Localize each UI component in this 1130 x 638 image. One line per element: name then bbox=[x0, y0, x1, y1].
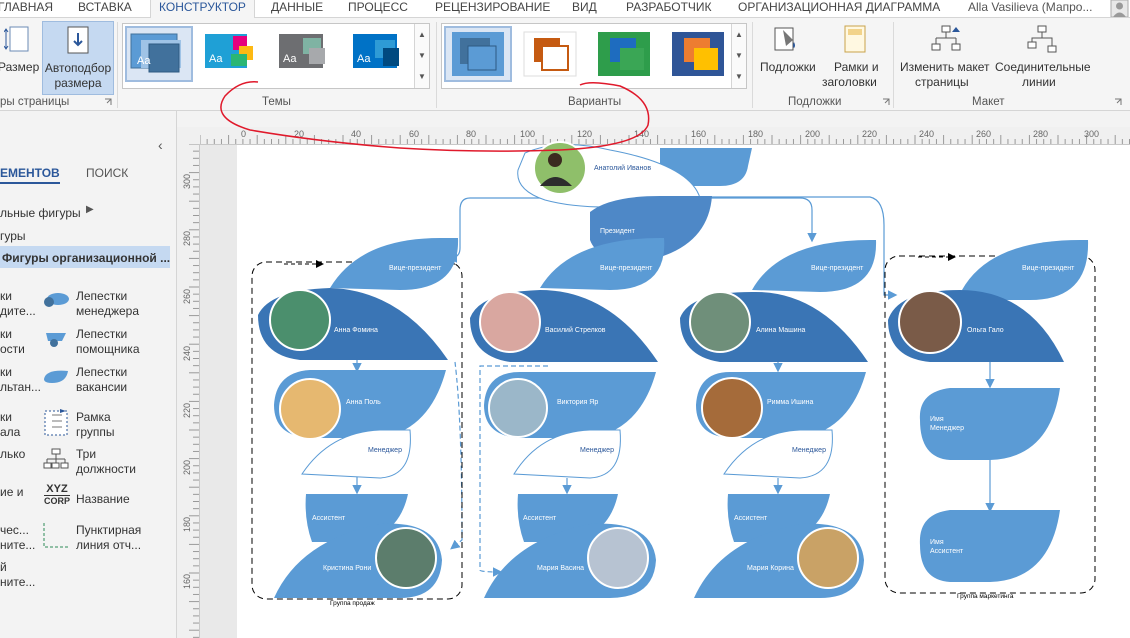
name-maria-vasina: Мария Васина bbox=[537, 565, 584, 572]
vp-title-4: Вице-президент bbox=[1022, 265, 1075, 272]
group-label-marketing: Группа маркетинга bbox=[957, 593, 1014, 600]
photo-maria-korina bbox=[797, 527, 859, 589]
vacancy-name-1: Имя bbox=[930, 416, 944, 423]
name-olga: Ольга Гало bbox=[967, 327, 1004, 334]
photo-alina bbox=[689, 291, 751, 353]
photo-kristina bbox=[375, 527, 437, 589]
name-rimma: Римма Ишина bbox=[767, 399, 813, 406]
name-kristina: Кристина Рони bbox=[323, 565, 371, 572]
name-alina: Алина Машина bbox=[756, 327, 806, 334]
manager-label-2: Менеджер bbox=[580, 447, 614, 454]
vp-node-1[interactable] bbox=[330, 238, 459, 290]
vp-title-1: Вице-президент bbox=[389, 265, 442, 272]
manager-label-3: Менеджер bbox=[792, 447, 826, 454]
assistant-label-3: Ассистент bbox=[734, 515, 768, 522]
photo-viktoria bbox=[488, 378, 548, 438]
org-chart-diagram: Анатолий Иванов Президент Вице-президент… bbox=[220, 81, 1096, 607]
photo-anna-pol bbox=[279, 378, 341, 440]
vacancy-title-2: Ассистент bbox=[930, 548, 964, 555]
vacancy-name-2: Имя bbox=[930, 539, 944, 546]
photo-maria-vasina bbox=[587, 527, 649, 589]
vp-title-2: Вице-президент bbox=[600, 265, 653, 272]
name-anna-fomina: Анна Фомина bbox=[334, 327, 378, 334]
manager-label-1: Менеджер bbox=[368, 447, 402, 454]
photo-anna-fomina bbox=[269, 289, 331, 351]
ceo-name: Анатолий Иванов bbox=[594, 164, 651, 172]
name-anna-pol: Анна Поль bbox=[346, 399, 381, 406]
vacancy-node[interactable] bbox=[919, 510, 1060, 582]
photo-rimma bbox=[701, 377, 763, 439]
assistant-label-2: Ассистент bbox=[523, 515, 557, 522]
red-annotation-scribble bbox=[220, 81, 650, 152]
vp-node-2[interactable] bbox=[540, 238, 665, 290]
name-vasily: Василий Стрелков bbox=[545, 326, 606, 334]
name-maria-korina: Мария Корина bbox=[747, 565, 794, 572]
vacancy-node[interactable] bbox=[919, 388, 1060, 460]
group-label-sales: Группа продаж bbox=[330, 600, 375, 607]
name-viktoria: Виктория Яр bbox=[557, 399, 598, 406]
photo-olga bbox=[898, 290, 962, 354]
vp-title-3: Вице-президент bbox=[811, 265, 864, 272]
vacancy-title-1: Менеджер bbox=[930, 425, 964, 432]
assistant-label-1: Ассистент bbox=[312, 515, 346, 522]
photo-vasily bbox=[479, 291, 541, 353]
president-title: Президент bbox=[600, 228, 636, 235]
